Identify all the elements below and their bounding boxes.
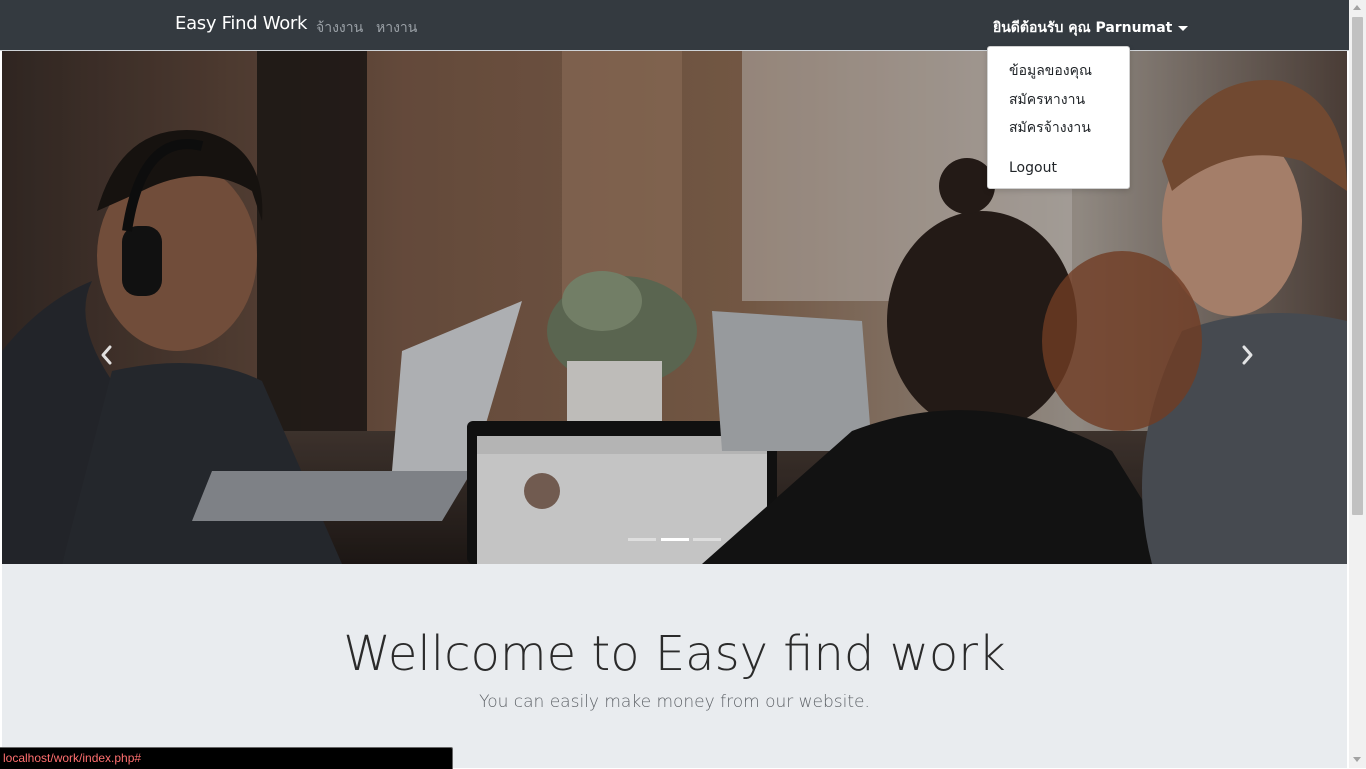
carousel-indicator-1[interactable]: [628, 538, 656, 541]
scroll-up-arrow-icon[interactable]: [1353, 5, 1361, 10]
welcome-jumbotron: Wellcome to Easy find work You can easil…: [2, 564, 1347, 768]
navbar: Easy Find Work จ้างงาน หางาน ยินดีต้อนรั…: [0, 0, 1349, 51]
carousel-prev-control[interactable]: [96, 341, 116, 369]
user-dropdown-menu: ข้อมูลของคุณ สมัครหางาน สมัครจ้างงาน Log…: [987, 46, 1130, 189]
caret-down-icon: [1178, 25, 1189, 31]
nav-link-hire[interactable]: จ้างงาน: [316, 17, 363, 39]
menu-item-apply-job[interactable]: สมัครหางาน: [1009, 89, 1085, 111]
menu-item-profile[interactable]: ข้อมูลของคุณ: [1009, 60, 1092, 82]
carousel-next-control[interactable]: [1238, 341, 1258, 369]
nav-link-find-job[interactable]: หางาน: [376, 17, 417, 39]
carousel-indicator-2-active[interactable]: [661, 538, 689, 541]
welcome-subtitle: You can easily make money from our websi…: [479, 692, 870, 712]
user-menu-toggle[interactable]: ยินดีต้อนรับ คุณ Parnumat: [993, 17, 1189, 39]
menu-item-apply-hire[interactable]: สมัครจ้างงาน: [1009, 117, 1091, 139]
chevron-right-icon: [1242, 345, 1253, 365]
scroll-thumb[interactable]: [1352, 17, 1363, 515]
welcome-title: Wellcome to Easy find work: [343, 626, 1006, 682]
browser-status-bar: localhost/work/index.php#: [0, 747, 453, 769]
vertical-scrollbar[interactable]: [1349, 0, 1366, 768]
status-url: localhost/work/index.php#: [3, 751, 142, 765]
menu-item-logout[interactable]: Logout: [1009, 160, 1057, 176]
chevron-left-icon: [101, 345, 112, 365]
brand-link[interactable]: Easy Find Work: [175, 13, 307, 34]
hero-carousel: [2, 51, 1347, 564]
carousel-slide-image: [2, 51, 1347, 564]
user-menu-label: ยินดีต้อนรับ คุณ Parnumat: [993, 20, 1173, 36]
scroll-down-arrow-icon[interactable]: [1353, 757, 1361, 762]
carousel-indicator-3[interactable]: [693, 538, 721, 541]
